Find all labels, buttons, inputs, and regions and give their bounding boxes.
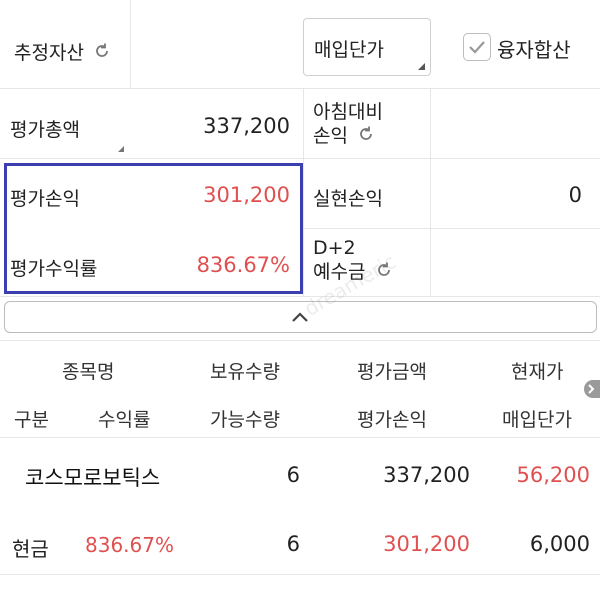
divider (303, 88, 304, 296)
col-header-current-price: 현재가 (511, 361, 564, 383)
realized-pl-label: 실현손익 (313, 188, 383, 210)
col-header-category: 구분 (14, 409, 49, 431)
scroll-right-button[interactable] (584, 380, 600, 398)
current-price: 56,200 (516, 463, 590, 487)
purchase-price: 6,000 (529, 532, 590, 556)
available-qty: 6 (286, 532, 300, 556)
holding-qty: 6 (286, 463, 300, 487)
stock-name[interactable]: 코스모로보틱스 (25, 462, 160, 492)
divider (0, 340, 600, 341)
eval-amount: 337,200 (383, 463, 470, 487)
chevron-right-icon (588, 384, 595, 394)
divider (0, 437, 600, 438)
estimated-assets-label[interactable]: 추정자산 (14, 38, 111, 65)
divider (303, 228, 600, 229)
highlight-box (4, 163, 303, 294)
divider (0, 296, 600, 297)
col-header-return-rate: 수익률 (98, 409, 151, 431)
col-header-eval-pl: 평가손익 (357, 409, 427, 431)
margin-sum-checkbox[interactable] (463, 33, 491, 61)
margin-sum-label: 융자합산 (497, 38, 571, 62)
refresh-icon[interactable] (357, 125, 375, 149)
return-rate: 836.67% (85, 533, 174, 557)
category: 현금 (12, 537, 49, 561)
col-header-holding-qty: 보유수량 (210, 361, 280, 383)
dropdown-corner-icon (418, 63, 425, 70)
divider (0, 88, 600, 89)
checkmark-icon (469, 41, 485, 54)
refresh-icon[interactable] (93, 42, 111, 65)
total-eval-value: 337,200 (203, 114, 290, 138)
col-header-name: 종목명 (62, 361, 115, 383)
divider (130, 0, 131, 88)
divider (0, 158, 600, 159)
col-header-purchase-price: 매입단가 (502, 409, 572, 431)
col-header-available-qty: 가능수량 (210, 409, 280, 431)
realized-pl-value: 0 (568, 183, 582, 207)
vs-morning-label[interactable]: 아침대비 손익 (313, 100, 383, 149)
collapse-button[interactable] (4, 301, 597, 333)
divider (0, 574, 600, 575)
total-eval-label: 평가총액 (10, 119, 80, 141)
dropdown-corner-icon[interactable] (118, 146, 124, 152)
divider (430, 88, 431, 296)
col-header-eval-amount: 평가금액 (357, 361, 427, 383)
row-eval-pl: 301,200 (383, 532, 470, 556)
price-basis-select[interactable]: 매입단가 (303, 18, 431, 76)
